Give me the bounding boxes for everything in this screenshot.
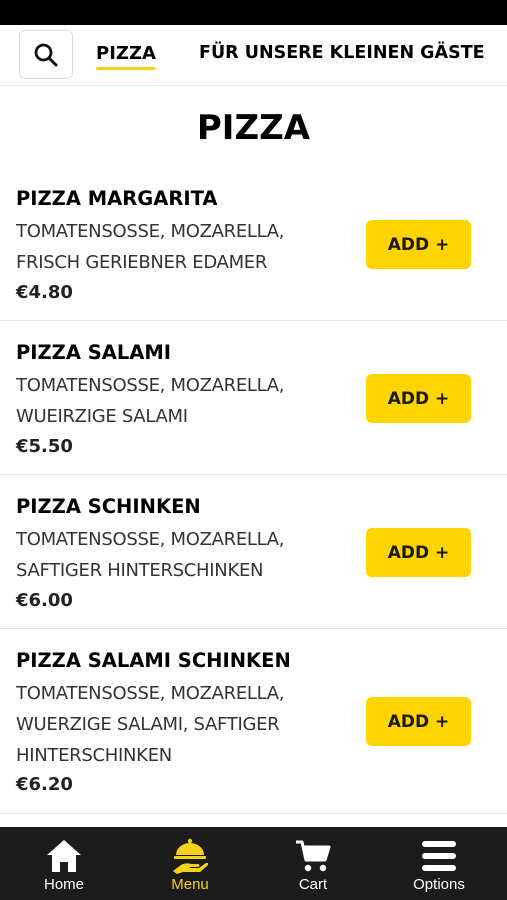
tab-pizza[interactable]: PIZZA	[96, 43, 156, 70]
item-description: TOMATENSOSSE, MOZARELLA, WUEIRZIGE SALAM…	[16, 370, 316, 432]
item-description-line: WUERZIGE SALAMI, SAFTIGER	[16, 714, 280, 735]
item-description-line: FRISCH GERIEBNER EDAMER	[16, 252, 268, 273]
bottom-nav: Home Menu Cart Options	[0, 827, 507, 900]
cart-icon	[296, 840, 331, 872]
tab-kids[interactable]: FÜR UNSERE KLEINEN GÄSTE	[199, 43, 485, 63]
nav-menu-label: Menu	[171, 876, 209, 893]
item-price: €4.80	[16, 282, 73, 303]
item-price: €6.20	[16, 774, 73, 795]
item-description-line: WUEIRZIGE SALAMI	[16, 406, 188, 427]
item-description: TOMATENSOSSE, MOZARELLA, SAFTIGER HINTER…	[16, 524, 316, 586]
nav-cart-label: Cart	[298, 876, 328, 893]
item-name: PIZZA MARGARITA	[16, 187, 218, 210]
add-button[interactable]: ADD +	[366, 697, 471, 746]
menu-item: PIZZA SALAMI TOMATENSOSSE, MOZARELLA, WU…	[0, 321, 507, 475]
search-icon	[34, 43, 58, 66]
serving-hand-icon	[173, 838, 209, 874]
item-description: TOMATENSOSSE, MOZARELLA, WUERZIGE SALAMI…	[16, 678, 316, 771]
nav-home-label: Home	[43, 876, 84, 893]
item-name: PIZZA SALAMI	[16, 341, 172, 364]
nav-cart[interactable]: Cart	[250, 827, 376, 900]
status-bar	[0, 0, 507, 25]
nav-options[interactable]: Options	[376, 827, 502, 900]
item-description: TOMATENSOSSE, MOZARELLA, FRISCH GERIEBNE…	[16, 216, 316, 278]
item-price: €5.50	[16, 436, 73, 457]
menu-item: PIZZA SALAMI SCHINKEN TOMATENSOSSE, MOZA…	[0, 629, 507, 814]
item-description-line: TOMATENSOSSE, MOZARELLA,	[16, 529, 285, 550]
add-button[interactable]: ADD +	[366, 220, 471, 269]
add-button[interactable]: ADD +	[366, 528, 471, 577]
item-description-line: TOMATENSOSSE, MOZARELLA,	[16, 375, 285, 396]
item-name: PIZZA SCHINKEN	[16, 495, 201, 518]
section-title: PIZZA	[196, 108, 311, 148]
add-button[interactable]: ADD +	[366, 374, 471, 423]
home-icon	[47, 840, 81, 872]
menu-item: PIZZA SCHINKEN TOMATENSOSSE, MOZARELLA, …	[0, 475, 507, 629]
item-price: €6.00	[16, 590, 73, 611]
item-description-line: TOMATENSOSSE, MOZARELLA,	[16, 683, 285, 704]
nav-home[interactable]: Home	[1, 827, 127, 900]
item-name: PIZZA SALAMI SCHINKEN	[16, 649, 291, 672]
menu-item: PIZZA MARGARITA TOMATENSOSSE, MOZARELLA,…	[0, 167, 507, 321]
hamburger-icon	[422, 841, 456, 871]
item-description-line: SAFTIGER HINTERSCHINKEN	[16, 560, 264, 581]
item-description-line: TOMATENSOSSE, MOZARELLA,	[16, 221, 285, 242]
nav-options-label: Options	[413, 876, 465, 893]
search-button[interactable]	[19, 30, 73, 79]
nav-menu[interactable]: Menu	[127, 827, 253, 900]
category-bar: PIZZA FÜR UNSERE KLEINEN GÄSTE	[0, 25, 507, 86]
item-description-line: HINTERSCHINKEN	[16, 745, 172, 766]
